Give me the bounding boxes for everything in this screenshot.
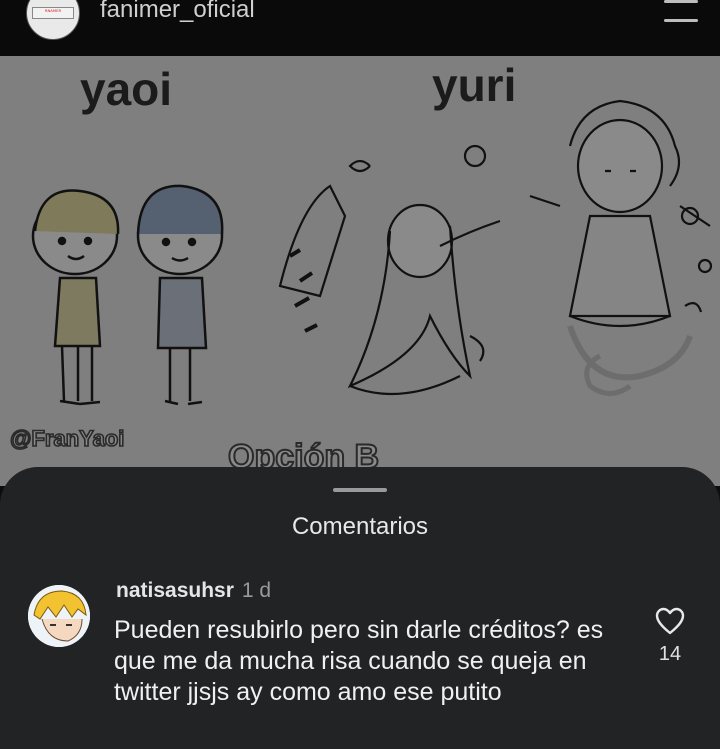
- profile-username[interactable]: fanimer_oficial: [100, 0, 255, 24]
- heart-icon[interactable]: [655, 607, 685, 635]
- post-image: yaoi yuri @FranYaoi Opción B: [0, 56, 720, 486]
- post-drawing: [31, 99, 713, 406]
- comment-item: natisasuhsr 1 d Pueden resubirlo pero sin…: [0, 577, 720, 749]
- commenter-avatar[interactable]: [28, 585, 90, 647]
- comments-sheet: Comentarios natisasuhsr 1 d Pueden resubi…: [0, 467, 720, 749]
- post-watermark-handle: @FranYaoi: [9, 425, 125, 452]
- comment-text: Pueden resubirlo pero sin darle créditos…: [114, 616, 604, 706]
- menu-icon[interactable]: [664, 0, 698, 22]
- commenter-name[interactable]: natisasuhsr: [116, 579, 234, 602]
- top-bar: ᴿᴺᴬᴹᴱᴿ fanimer_oficial: [0, 0, 720, 56]
- comment-time: 1 d: [241, 579, 272, 602]
- avatar-logo: ᴿᴺᴬᴹᴱᴿ: [32, 7, 74, 19]
- sheet-drag-handle[interactable]: [333, 488, 387, 492]
- profile-avatar[interactable]: ᴿᴺᴬᴹᴱᴿ: [26, 0, 80, 40]
- comments-title: Comentarios: [291, 513, 429, 540]
- commenter-username[interactable]: natisasuhsr 1 d: [116, 579, 271, 603]
- like-count: 14: [658, 643, 682, 665]
- comment-like[interactable]: 14: [652, 607, 688, 666]
